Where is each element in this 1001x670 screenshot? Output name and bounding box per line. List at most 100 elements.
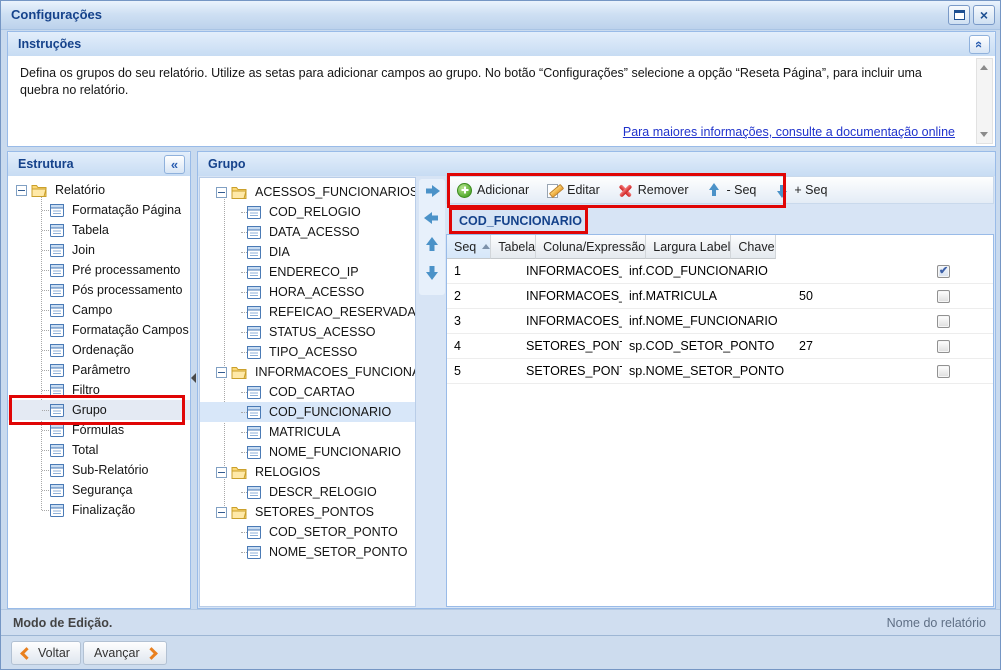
cell-seq: 3 bbox=[447, 314, 519, 328]
chave-checkbox[interactable] bbox=[937, 265, 950, 278]
tree-item[interactable]: COD_RELOGIO bbox=[200, 202, 415, 222]
form-icon bbox=[247, 346, 261, 359]
form-icon bbox=[50, 204, 64, 217]
grid-column-header[interactable]: Tabela bbox=[491, 235, 536, 259]
editar-button[interactable]: Editar bbox=[547, 183, 600, 198]
collapse-estrutura-button[interactable] bbox=[164, 155, 185, 174]
scroll-down-button[interactable] bbox=[977, 127, 992, 142]
cell-tabela: SETORES_PONTOS bbox=[519, 339, 622, 353]
form-icon bbox=[50, 284, 64, 297]
table-row[interactable]: 4 SETORES_PONTOS sp.COD_SETOR_PONTO 27 bbox=[447, 334, 993, 359]
documentation-link[interactable]: Para maiores informações, consulte a doc… bbox=[623, 125, 955, 139]
tree-item[interactable]: Segurança bbox=[8, 480, 190, 500]
move-right-button[interactable] bbox=[421, 180, 443, 202]
plus-seq-button[interactable]: + Seq bbox=[774, 183, 827, 198]
tree-item[interactable]: NOME_SETOR_PONTO bbox=[200, 542, 415, 562]
tree-item[interactable]: NOME_FUNCIONARIO bbox=[200, 442, 415, 462]
tree-item[interactable]: INFORMACOES_FUNCIONARIOS bbox=[200, 362, 415, 382]
adicionar-button[interactable]: Adicionar bbox=[457, 183, 529, 198]
tree-item[interactable]: Pré processamento bbox=[8, 260, 190, 280]
move-up-button[interactable] bbox=[421, 234, 443, 256]
instructions-body: Defina os grupos do seu relatório. Utili… bbox=[8, 56, 995, 146]
tree-item[interactable]: Ordenação bbox=[8, 340, 190, 360]
chevron-right-icon bbox=[145, 647, 158, 660]
cell-chave bbox=[894, 365, 993, 378]
grid-column-header[interactable]: Coluna/Expressão bbox=[536, 235, 646, 259]
tree-item[interactable]: Pós processamento bbox=[8, 280, 190, 300]
tree-item[interactable]: COD_SETOR_PONTO bbox=[200, 522, 415, 542]
vertical-scrollbar[interactable] bbox=[976, 58, 993, 144]
tree-item[interactable]: SETORES_PONTOS bbox=[200, 502, 415, 522]
chave-checkbox[interactable] bbox=[937, 290, 950, 303]
tree-item[interactable]: Sub-Relatório bbox=[8, 460, 190, 480]
tree-item[interactable]: TIPO_ACESSO bbox=[200, 342, 415, 362]
grid-column-header[interactable]: Largura Label bbox=[646, 235, 731, 259]
restore-button[interactable] bbox=[948, 5, 970, 25]
tree-item[interactable]: Formatação Página bbox=[8, 200, 190, 220]
grid-column-header[interactable]: Seq bbox=[447, 235, 491, 259]
tree-item[interactable]: DESCR_RELOGIO bbox=[200, 482, 415, 502]
move-left-button[interactable] bbox=[421, 207, 443, 229]
form-icon bbox=[50, 404, 64, 417]
cell-chave bbox=[894, 340, 993, 353]
tree-item[interactable]: DATA_ACESSO bbox=[200, 222, 415, 242]
form-icon bbox=[50, 504, 64, 517]
avancar-button[interactable]: Avançar bbox=[83, 641, 167, 665]
table-row[interactable]: 2 INFORMACOES_F... inf.MATRICULA 50 bbox=[447, 284, 993, 309]
form-icon bbox=[247, 286, 261, 299]
tree-item[interactable]: ACESSOS_FUNCIONARIOS bbox=[200, 182, 415, 202]
form-icon bbox=[50, 464, 64, 477]
tree-item[interactable]: MATRICULA bbox=[200, 422, 415, 442]
cell-coluna-expressao: sp.NOME_SETOR_PONTO bbox=[622, 364, 792, 378]
sort-asc-icon bbox=[482, 244, 490, 249]
tree-item[interactable]: COD_FUNCIONARIO bbox=[200, 402, 415, 422]
tree-item-label: COD_CARTAO bbox=[266, 385, 358, 399]
tree-item[interactable]: Grupo bbox=[8, 400, 190, 420]
table-row[interactable]: 1 INFORMACOES_F... inf.COD_FUNCIONARIO bbox=[447, 259, 993, 284]
tree-item[interactable]: REFEICAO_RESERVADA bbox=[200, 302, 415, 322]
tree-item[interactable]: Filtro bbox=[8, 380, 190, 400]
chave-checkbox[interactable] bbox=[937, 340, 950, 353]
chave-checkbox[interactable] bbox=[937, 365, 950, 378]
tree-item[interactable]: Total bbox=[8, 440, 190, 460]
collapse-expander-icon[interactable] bbox=[16, 185, 27, 196]
tree-item-label: ENDERECO_IP bbox=[266, 265, 362, 279]
tree-item[interactable]: Campo bbox=[8, 300, 190, 320]
minus-seq-button[interactable]: - Seq bbox=[707, 183, 757, 198]
remover-button[interactable]: Remover bbox=[618, 183, 689, 198]
scroll-up-button[interactable] bbox=[977, 60, 992, 75]
tree-item[interactable]: Parâmetro bbox=[8, 360, 190, 380]
grid-column-header[interactable]: Chave bbox=[731, 235, 775, 259]
chave-checkbox[interactable] bbox=[937, 315, 950, 328]
tree-item[interactable]: Tabela bbox=[8, 220, 190, 240]
tree-item[interactable]: ENDERECO_IP bbox=[200, 262, 415, 282]
collapse-expander-icon[interactable] bbox=[216, 367, 227, 378]
form-icon bbox=[247, 326, 261, 339]
grid-column-label: Tabela bbox=[498, 240, 535, 254]
tree-item[interactable]: Formatação Campos bbox=[8, 320, 190, 340]
cell-tabela: SETORES_PONTOS bbox=[519, 364, 622, 378]
cell-tabela: INFORMACOES_F... bbox=[519, 264, 622, 278]
tree-item[interactable]: HORA_ACESSO bbox=[200, 282, 415, 302]
cell-seq: 1 bbox=[447, 264, 519, 278]
collapse-instructions-button[interactable] bbox=[969, 35, 990, 54]
tree-item[interactable]: Finalização bbox=[8, 500, 190, 520]
collapse-expander-icon[interactable] bbox=[216, 507, 227, 518]
voltar-button[interactable]: Voltar bbox=[11, 641, 81, 665]
window-titlebar: Configurações bbox=[1, 1, 1000, 30]
splitter-collapse-arrow-icon[interactable] bbox=[191, 373, 196, 383]
collapse-expander-icon[interactable] bbox=[216, 467, 227, 478]
tree-item[interactable]: COD_CARTAO bbox=[200, 382, 415, 402]
tree-item[interactable]: Relatório bbox=[8, 180, 190, 200]
move-down-button[interactable] bbox=[421, 261, 443, 283]
tree-item[interactable]: Join bbox=[8, 240, 190, 260]
close-button[interactable] bbox=[973, 5, 995, 25]
estrutura-tree: Relatório Formatação Página bbox=[8, 176, 190, 520]
table-row[interactable]: 3 INFORMACOES_F... inf.NOME_FUNCIONARIO bbox=[447, 309, 993, 334]
table-row[interactable]: 5 SETORES_PONTOS sp.NOME_SETOR_PONTO bbox=[447, 359, 993, 384]
collapse-expander-icon[interactable] bbox=[216, 187, 227, 198]
tree-item[interactable]: DIA bbox=[200, 242, 415, 262]
tree-item[interactable]: Fórmulas bbox=[8, 420, 190, 440]
tree-item[interactable]: RELOGIOS bbox=[200, 462, 415, 482]
tree-item[interactable]: STATUS_ACESSO bbox=[200, 322, 415, 342]
